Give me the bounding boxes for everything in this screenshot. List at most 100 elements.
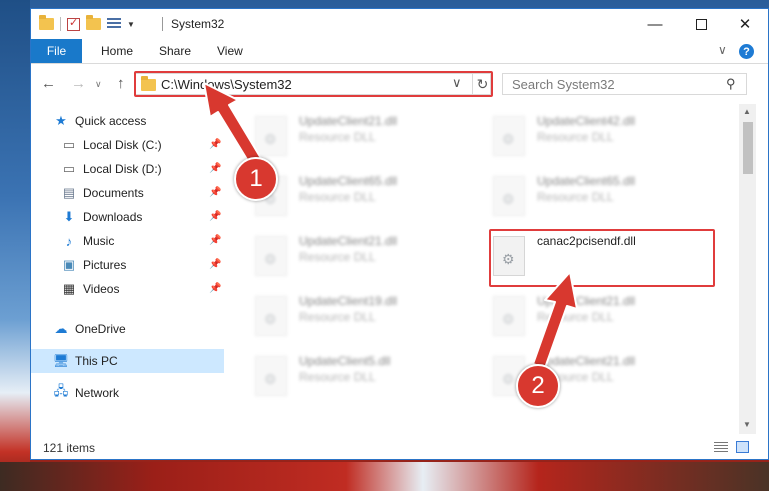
sidebar-item-label: Quick access [75, 114, 147, 128]
details-view-icon[interactable] [714, 442, 728, 453]
dll-file-icon [493, 176, 525, 216]
file-item[interactable]: UpdateClient5.dll Resource DLL [227, 348, 447, 400]
minimize-icon: — [647, 15, 663, 33]
drive-icon: ▭ [62, 137, 76, 152]
sidebar-item-network[interactable]: 🖧 Network [53, 381, 119, 405]
search-box[interactable]: Search System32 ⚲ [502, 73, 747, 95]
recent-locations-button[interactable]: ∨ [95, 79, 102, 90]
dll-file-icon [255, 296, 287, 336]
sidebar-item-label: Documents [83, 186, 144, 200]
sidebar-item-label: Videos [83, 282, 120, 296]
dll-file-icon [493, 116, 525, 156]
tab-share[interactable]: Share [159, 44, 191, 58]
vertical-scrollbar[interactable]: ▲ ▼ [739, 104, 756, 434]
drive-icon: ▭ [62, 161, 76, 176]
forward-button[interactable]: → [71, 75, 86, 92]
dll-file-icon [255, 236, 287, 276]
computer-icon: 🖥 [52, 353, 70, 368]
sidebar-item-documents[interactable]: ▤ Documents [61, 181, 144, 205]
tab-home[interactable]: Home [101, 44, 133, 58]
file-item[interactable]: UpdateClient21.dll Resource DLL [465, 348, 685, 400]
sidebar-item-label: Pictures [83, 258, 127, 272]
help-icon[interactable]: ? [739, 44, 754, 59]
file-item[interactable]: UpdateClient21.dll Resource DLL [227, 228, 447, 280]
file-name: UpdateClient5.dll [299, 354, 391, 368]
step-2-badge: 2 [516, 364, 560, 408]
file-item[interactable]: UpdateClient19.dll Resource DLL [227, 288, 447, 340]
pin-icon: 📌 [209, 187, 222, 198]
dll-file-icon [255, 356, 287, 396]
pin-icon: 📌 [209, 259, 222, 270]
sidebar-item-label: OneDrive [75, 322, 126, 336]
sidebar-item-local-disk-d[interactable]: ▭ Local Disk (D:) [61, 157, 162, 181]
pin-icon: 📌 [209, 283, 222, 294]
title-bar: ▼ System32 — ✕ [31, 9, 768, 39]
tab-file[interactable]: File [31, 39, 82, 63]
pin-icon: 📌 [209, 211, 222, 222]
step-1-badge: 1 [234, 157, 278, 201]
properties-check-icon[interactable] [67, 16, 80, 31]
sidebar-item-pictures[interactable]: ▣ Pictures [61, 253, 127, 277]
sidebar-item-this-pc[interactable]: 🖥 This PC [31, 349, 224, 373]
new-folder-icon[interactable] [86, 15, 101, 30]
navigation-bar: ← → ∨ ↑ C:\Windows\System32 ∨ ↻ Search S… [31, 64, 768, 104]
sidebar-item-videos[interactable]: ▦ Videos [61, 277, 120, 301]
search-input[interactable]: Search System32 [512, 77, 615, 92]
customize-toolbar-icon[interactable] [107, 18, 121, 30]
desktop-wallpaper-left [0, 0, 30, 491]
desktop-wallpaper-bottom [0, 462, 769, 491]
navigation-pane: ★ Quick access ▭ Local Disk (C:) 📌 ▭ Loc… [31, 104, 226, 434]
address-bar-highlight [134, 71, 493, 97]
close-icon: ✕ [738, 16, 752, 33]
tab-view[interactable]: View [217, 44, 243, 58]
file-type: Resource DLL [537, 190, 614, 204]
file-explorer-window: ▼ System32 — ✕ File Home Share View ∨ ? … [30, 8, 769, 460]
large-icons-view-icon[interactable] [736, 441, 749, 453]
documents-icon: ▤ [62, 185, 76, 200]
back-button[interactable]: ← [41, 75, 56, 92]
file-name: UpdateClient19.dll [299, 294, 398, 308]
sidebar-item-onedrive[interactable]: ☁ OneDrive [53, 317, 126, 341]
file-item[interactable]: UpdateClient21.dll Resource DLL [227, 108, 447, 160]
sidebar-item-local-disk-c[interactable]: ▭ Local Disk (C:) [61, 133, 162, 157]
pictures-icon: ▣ [62, 257, 76, 272]
up-button[interactable]: ↑ [117, 75, 125, 92]
file-item[interactable]: UpdateClient42.dll Resource DLL [465, 108, 685, 160]
title-divider [162, 17, 163, 31]
sidebar-item-downloads[interactable]: ⬇ Downloads [61, 205, 143, 229]
toolbar-divider [60, 17, 61, 31]
maximize-icon [695, 18, 707, 30]
file-name: UpdateClient21.dll [537, 294, 636, 308]
folder-icon [39, 15, 54, 30]
file-item[interactable]: UpdateClient21.dll Resource DLL [465, 288, 685, 340]
videos-icon: ▦ [62, 281, 76, 296]
pin-icon: 📌 [209, 163, 222, 174]
sidebar-item-label: Downloads [83, 210, 143, 224]
file-item[interactable]: UpdateClient65.dll Resource DLL [465, 168, 685, 220]
maximize-button[interactable] [678, 9, 724, 39]
file-type: Resource DLL [537, 130, 614, 144]
search-icon[interactable]: ⚲ [726, 76, 736, 92]
sidebar-item-label: Local Disk (C:) [83, 138, 162, 152]
file-name: UpdateClient65.dll [299, 174, 398, 188]
scrollbar-thumb[interactable] [743, 122, 753, 174]
file-type: Resource DLL [537, 310, 614, 324]
close-button[interactable]: ✕ [722, 9, 768, 39]
quick-access-toolbar: ▼ [39, 15, 135, 31]
file-name: UpdateClient21.dll [537, 354, 636, 368]
music-icon: ♪ [65, 233, 73, 249]
window-title: System32 [171, 17, 225, 31]
chevron-down-icon[interactable]: ▼ [127, 20, 135, 29]
item-count: 121 items [43, 441, 96, 455]
scroll-up-icon[interactable]: ▲ [743, 107, 751, 116]
sidebar-item-music[interactable]: ♪ Music [61, 229, 115, 253]
file-name: UpdateClient65.dll [537, 174, 636, 188]
expand-ribbon-icon[interactable]: ∨ [718, 43, 727, 57]
sidebar-item-label: Network [75, 386, 120, 400]
status-bar: 121 items [31, 436, 768, 459]
minimize-button[interactable]: — [632, 9, 678, 39]
sidebar-item-quick-access[interactable]: ★ Quick access [53, 109, 146, 133]
sidebar-item-label: Music [83, 234, 115, 248]
scroll-down-icon[interactable]: ▼ [743, 420, 751, 429]
file-type: Resource DLL [299, 190, 376, 204]
